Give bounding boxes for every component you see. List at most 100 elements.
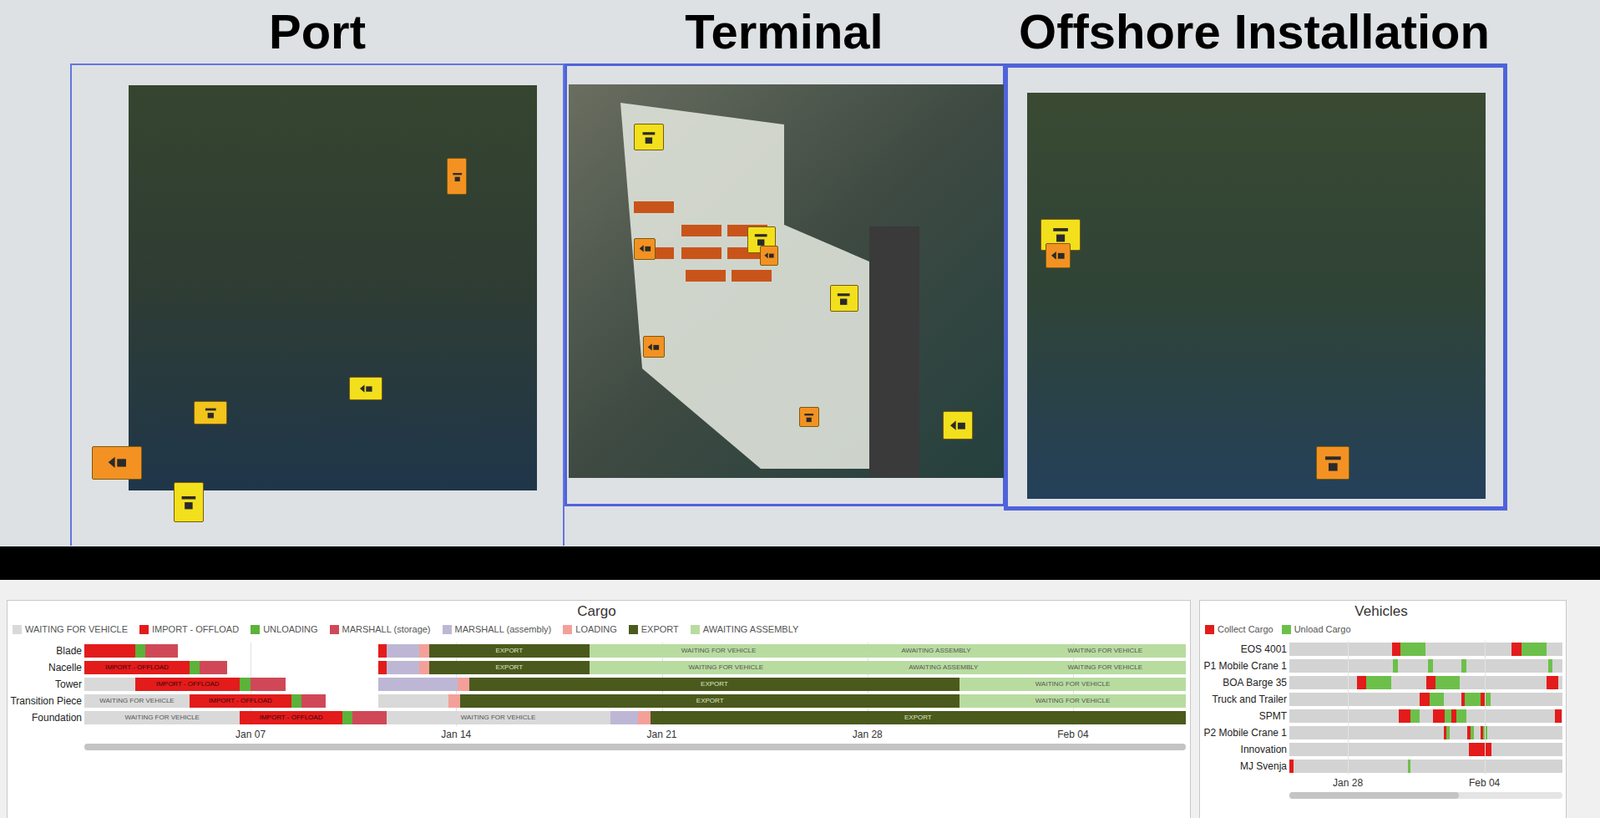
- map-pin-icon[interactable]: [942, 410, 973, 440]
- timeline-bar[interactable]: [1426, 675, 1437, 689]
- map-pin-icon[interactable]: [1316, 445, 1350, 480]
- map-pin-icon[interactable]: [633, 237, 656, 260]
- timeline-bar[interactable]: [1398, 708, 1411, 723]
- timeline-bar[interactable]: [1521, 642, 1547, 656]
- timeline-bar[interactable]: [189, 660, 200, 674]
- scrollbar[interactable]: [1289, 791, 1563, 799]
- timeline-bar[interactable]: [1429, 692, 1444, 706]
- legend-item[interactable]: WAITING FOR VEHICLE: [12, 622, 128, 637]
- timeline-bar[interactable]: EXPORT: [429, 660, 590, 674]
- timeline-bar[interactable]: [386, 643, 420, 658]
- scroll-thumb[interactable]: [84, 743, 1186, 750]
- timeline-bar[interactable]: IMPORT - OFFLOAD: [189, 693, 292, 708]
- timeline-bar[interactable]: EXPORT: [429, 643, 590, 658]
- timeline-bar[interactable]: WAITING FOR VEHICLE: [1024, 643, 1186, 658]
- map-pin-icon[interactable]: [173, 481, 204, 522]
- timeline-bar[interactable]: WAITING FOR VEHICLE: [589, 660, 863, 674]
- map-pin-icon[interactable]: [349, 376, 383, 400]
- timeline-bar[interactable]: [1548, 658, 1554, 673]
- scrollbar[interactable]: [84, 743, 1186, 750]
- timeline-bar[interactable]: [637, 710, 651, 725]
- timeline-bar[interactable]: [378, 677, 458, 691]
- timeline-bar[interactable]: [448, 693, 461, 708]
- timeline-bar[interactable]: WAITING FOR VEHICLE: [386, 710, 611, 725]
- timeline-bar[interactable]: [610, 710, 638, 725]
- legend-item[interactable]: UNLOADING: [250, 622, 318, 637]
- timeline-bar[interactable]: [1464, 692, 1481, 706]
- timeline-bar[interactable]: [1468, 742, 1492, 756]
- timeline-bar[interactable]: WAITING FOR VEHICLE: [959, 677, 1186, 691]
- timeline-bar[interactable]: [199, 660, 228, 674]
- timeline-bar[interactable]: IMPORT - OFFLOAD: [239, 710, 342, 725]
- timeline-bar[interactable]: [419, 660, 430, 674]
- timeline-bar[interactable]: [1392, 642, 1401, 656]
- map-pin-icon[interactable]: [193, 400, 228, 425]
- timeline-bar[interactable]: [1427, 658, 1433, 673]
- timeline-bar[interactable]: [1356, 675, 1367, 689]
- timeline-bar[interactable]: [1446, 725, 1450, 740]
- timeline-bar[interactable]: [291, 693, 302, 708]
- timeline-bar[interactable]: [1410, 708, 1421, 723]
- legend-item[interactable]: EXPORT: [628, 622, 679, 637]
- timeline-bar[interactable]: [1483, 725, 1488, 740]
- map-pin-icon[interactable]: [643, 335, 665, 358]
- map-pin-icon[interactable]: [759, 245, 779, 266]
- satellite-map[interactable]: [128, 85, 537, 491]
- timeline-bar[interactable]: [1432, 708, 1445, 723]
- scroll-thumb[interactable]: [1289, 791, 1459, 799]
- timeline-bar[interactable]: [342, 710, 353, 725]
- timeline-bar[interactable]: [1511, 642, 1522, 656]
- legend-item[interactable]: MARSHALL (assembly): [442, 622, 552, 637]
- timeline-bar[interactable]: IMPORT - OFFLOAD: [135, 677, 240, 691]
- timeline-bar[interactable]: WAITING FOR VEHICLE: [1024, 660, 1186, 674]
- timeline-bar[interactable]: AWAITING ASSEMBLY: [862, 660, 1024, 674]
- timeline-bar[interactable]: [378, 643, 387, 658]
- map-pin-icon[interactable]: [799, 406, 820, 427]
- timeline-bar[interactable]: [378, 660, 387, 674]
- timeline-bar[interactable]: [145, 643, 178, 658]
- timeline-bar[interactable]: [378, 693, 449, 708]
- timeline-bar[interactable]: [135, 643, 146, 658]
- timeline-bar[interactable]: [1470, 725, 1474, 740]
- timeline-bar[interactable]: [419, 643, 430, 658]
- timeline-bar[interactable]: [1400, 642, 1426, 656]
- map-pin-icon[interactable]: [446, 157, 467, 195]
- timeline-bar[interactable]: [84, 677, 136, 691]
- timeline-bar[interactable]: WAITING FOR VEHICLE: [84, 710, 240, 725]
- legend-item[interactable]: LOADING: [562, 622, 618, 637]
- timeline-bar[interactable]: EXPORT: [650, 710, 1186, 725]
- timeline-bar[interactable]: [1444, 708, 1451, 723]
- timeline-bar[interactable]: [1366, 675, 1392, 689]
- timeline-bar[interactable]: [1554, 708, 1562, 723]
- legend-item[interactable]: Collect Cargo: [1205, 622, 1274, 637]
- timeline-bar[interactable]: IMPORT - OFFLOAD: [84, 660, 190, 674]
- map-pin-icon[interactable]: [633, 123, 664, 151]
- timeline-bar[interactable]: WAITING FOR VEHICLE: [959, 693, 1186, 708]
- timeline-bar[interactable]: AWAITING ASSEMBLY: [848, 643, 1025, 658]
- satellite-map[interactable]: [568, 84, 1004, 478]
- timeline-bar[interactable]: [301, 693, 326, 708]
- map-pin-icon[interactable]: [1045, 243, 1071, 269]
- legend-item[interactable]: AWAITING ASSEMBLY: [690, 622, 800, 637]
- timeline-bar[interactable]: EXPORT: [469, 677, 960, 691]
- timeline-bar[interactable]: WAITING FOR VEHICLE: [84, 693, 190, 708]
- timeline-bar[interactable]: EXPORT: [460, 693, 960, 708]
- timeline-bar[interactable]: [1435, 675, 1460, 689]
- timeline-bar[interactable]: [84, 643, 136, 658]
- timeline-bar[interactable]: [1546, 675, 1559, 689]
- timeline-bar[interactable]: [457, 677, 470, 691]
- timeline-bar[interactable]: [386, 660, 420, 674]
- timeline-bar[interactable]: [1485, 692, 1491, 706]
- legend-item[interactable]: Unload Cargo: [1281, 622, 1352, 637]
- map-pin-icon[interactable]: [91, 445, 142, 480]
- timeline-bar[interactable]: [1419, 692, 1430, 706]
- timeline-bar[interactable]: [352, 710, 386, 725]
- timeline-bar[interactable]: [239, 677, 251, 691]
- timeline-bar[interactable]: [1289, 759, 1294, 773]
- timeline-bar[interactable]: [1392, 658, 1398, 673]
- timeline-bar[interactable]: [250, 677, 286, 691]
- timeline-bar[interactable]: [1456, 708, 1467, 723]
- map-pin-icon[interactable]: [830, 284, 859, 312]
- legend-item[interactable]: MARSHALL (storage): [329, 622, 431, 637]
- satellite-map[interactable]: [1027, 92, 1486, 499]
